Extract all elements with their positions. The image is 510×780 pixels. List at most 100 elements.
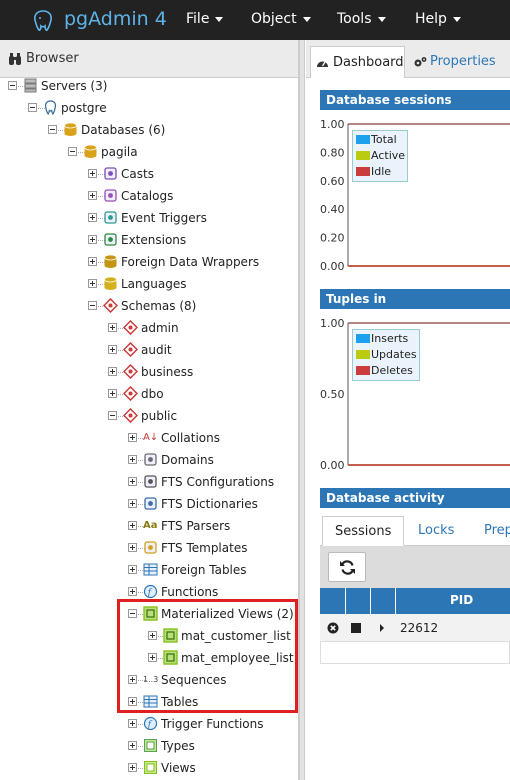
tree-node-pagila[interactable]: pagila [0,141,298,163]
tree-node-event-triggers[interactable]: Event Triggers [0,207,298,229]
expand-toggle-icon[interactable] [128,477,137,486]
tree-node-label: Schemas (8) [121,299,197,313]
tree-node-extensions[interactable]: Extensions [0,229,298,251]
sessions-legend: Total Active Idle [352,130,409,182]
tree-node-fts-configurations[interactable]: FTS Configurations [0,471,298,493]
tree-node-postgre[interactable]: postgre [0,97,298,119]
tree-node-schemas-8[interactable]: Schemas (8) [0,295,298,317]
expand-toggle-icon[interactable] [88,279,97,288]
sessions-chart: 1.00 0.80 0.60 0.40 0.20 0.00 Total Active Id… [320,112,510,276]
expand-toggle-icon[interactable] [88,257,97,266]
refresh-button[interactable] [328,552,366,582]
expand-toggle-icon[interactable] [128,587,137,596]
subtab-locks[interactable]: Locks [406,516,466,546]
expand-toggle-icon[interactable] [88,191,97,200]
tree-node-admin[interactable]: admin [0,317,298,339]
expand-toggle-icon[interactable] [128,521,137,530]
tree-node-label: admin [141,321,179,335]
y-tick-label: 0.50 [320,388,345,401]
tree-node-label: Servers (3) [41,79,108,93]
tree-node-business[interactable]: business [0,361,298,383]
expand-toggle-icon[interactable] [128,455,137,464]
expand-row-icon[interactable] [379,624,385,632]
expand-toggle-icon[interactable] [88,213,97,222]
caret-down-icon [452,16,461,22]
tree-node-types[interactable]: Types [0,735,298,757]
tree-node-foreign-tables[interactable]: Foreign Tables [0,559,298,581]
tree-node-label: audit [141,343,172,357]
expand-toggle-icon[interactable] [128,543,137,552]
expand-toggle-icon[interactable] [108,367,117,376]
tree-node-public[interactable]: public [0,405,298,427]
pgadmin-logo-icon [34,10,52,31]
collapse-toggle-icon[interactable] [88,301,97,310]
tree-node-servers-3[interactable]: Servers (3) [0,75,298,97]
cancel-query-icon[interactable] [327,622,339,634]
tree-node-catalogs[interactable]: Catalogs [0,185,298,207]
tuples-panel-title: Tuples in [320,289,510,309]
legend-swatch [356,167,370,176]
fdw-icon [103,254,118,269]
tree-node-fts-parsers[interactable]: Aa FTS Parsers [0,515,298,537]
tree-node-casts[interactable]: Casts [0,163,298,185]
collapse-toggle-icon[interactable] [108,411,117,420]
tree-node-audit[interactable]: audit [0,339,298,361]
y-tick-label: 0.00 [320,260,345,273]
legend-item: Idle [355,164,405,180]
expand-toggle-icon[interactable] [128,565,137,574]
y-tick-label: 0.20 [320,232,345,245]
column-pid[interactable]: PID [450,593,473,607]
expand-toggle-icon[interactable] [128,741,137,750]
tree-node-fts-dictionaries[interactable]: FTS Dictionaries [0,493,298,515]
subtab-sessions[interactable]: Sessions [322,516,405,546]
tree-node-label: Foreign Tables [161,563,247,577]
y-tick-label: 1.00 [320,118,345,131]
tree-node-domains[interactable]: Domains [0,449,298,471]
y-tick-label: 0.40 [320,203,345,216]
tree-node-fts-templates[interactable]: FTS Templates [0,537,298,559]
tree-node-languages[interactable]: Languages [0,273,298,295]
tree-node-label: Event Triggers [121,211,207,225]
legend-swatch [356,151,370,160]
terminate-session-icon[interactable] [351,623,361,633]
table-row[interactable]: 22612 [320,614,510,642]
collapse-toggle-icon[interactable] [48,125,57,134]
y-tick-label: 0.60 [320,175,345,188]
tree-node-trigger-functions[interactable]: f Trigger Functions [0,713,298,735]
tree-node-collations[interactable]: A↓ Collations [0,427,298,449]
expand-toggle-icon[interactable] [128,433,137,442]
collapse-toggle-icon[interactable] [28,103,37,112]
menu-tools[interactable]: Tools [337,11,386,27]
expand-toggle-icon[interactable] [128,499,137,508]
menu-help[interactable]: Help [415,11,461,27]
pid-cell: 22612 [400,621,439,635]
tab-properties[interactable]: Properties [408,46,508,78]
expand-toggle-icon[interactable] [108,345,117,354]
event-triggers-icon [103,210,118,225]
activity-grid-footer [320,642,510,664]
expand-toggle-icon[interactable] [108,389,117,398]
expand-toggle-icon[interactable] [128,719,137,728]
pane-splitter[interactable] [299,40,305,780]
views-icon [143,760,158,775]
tree-node-databases-6[interactable]: Databases (6) [0,119,298,141]
tree-node-foreign-data-wrappers[interactable]: Foreign Data Wrappers [0,251,298,273]
expand-toggle-icon[interactable] [88,169,97,178]
collapse-toggle-icon[interactable] [8,81,17,90]
tree-node-label: Views [161,761,196,775]
menu-object[interactable]: Object [251,11,311,27]
tab-dashboard[interactable]: Dashboard [310,46,405,78]
expand-toggle-icon[interactable] [108,323,117,332]
binoculars-icon [9,53,21,65]
tree-node-views[interactable]: Views [0,757,298,779]
collapse-toggle-icon[interactable] [68,147,77,156]
menu-file[interactable]: File [186,11,224,27]
activity-panel-title: Database activity [320,488,510,508]
tree-node-label: postgre [61,101,107,115]
tree-node-dbo[interactable]: dbo [0,383,298,405]
expand-toggle-icon[interactable] [88,235,97,244]
subtab-prepared[interactable]: Prep [472,516,510,546]
expand-toggle-icon[interactable] [128,763,137,772]
caret-down-icon [215,16,224,22]
tree-node-label: pagila [101,145,138,159]
